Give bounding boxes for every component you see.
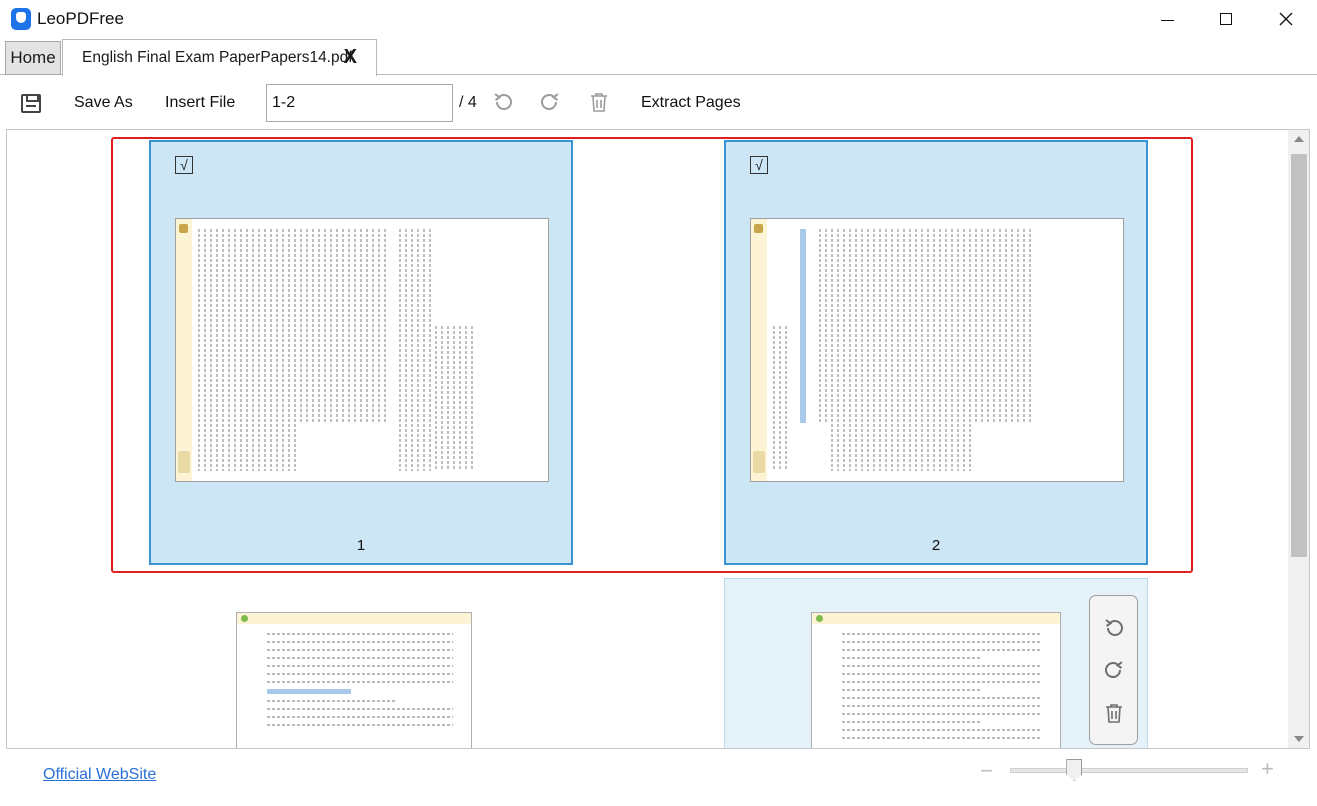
page-number: 2 [931, 537, 941, 554]
title-bar: LeoPDFree [0, 0, 1317, 38]
tab-bar: Home English Final Exam PaperPapers14.pd… [0, 38, 1317, 76]
save-as-button[interactable]: Save As [74, 94, 133, 112]
page-checkbox[interactable]: √ [175, 156, 193, 174]
page-card-4[interactable] [724, 578, 1148, 748]
zoom-slider-track[interactable] [1010, 768, 1248, 773]
tab-close-button[interactable]: X [344, 46, 357, 69]
official-website-link[interactable]: Official WebSite [43, 766, 156, 784]
delete-icon[interactable] [1102, 701, 1126, 725]
zoom-slider-thumb[interactable] [1066, 759, 1083, 781]
page-card-1[interactable]: √ 1 [149, 140, 573, 565]
app-logo-icon [11, 8, 31, 30]
thumbnail-header [812, 613, 1060, 624]
scroll-up-icon[interactable] [1294, 136, 1304, 142]
rotate-left-icon[interactable] [1102, 616, 1126, 640]
zoom-out-button[interactable]: − [980, 760, 998, 782]
page-action-panel [1089, 595, 1138, 745]
thumbnail-band [176, 219, 192, 481]
minimize-button[interactable] [1144, 0, 1190, 38]
rotate-right-icon[interactable] [538, 90, 562, 114]
maximize-icon [1220, 13, 1232, 25]
thumbnail-text [773, 229, 1113, 471]
page-grid: √ 1 √ 2 [6, 129, 1310, 749]
rotate-left-icon[interactable] [491, 90, 515, 114]
page-thumbnail [811, 612, 1061, 748]
close-icon [1279, 12, 1293, 26]
toolbar: Save As Insert File / 4 Extract Pages [0, 75, 1317, 129]
scroll-thumb[interactable] [1291, 154, 1307, 557]
rotate-right-icon[interactable] [1102, 658, 1126, 682]
page-total-label: / 4 [459, 94, 477, 111]
tab-home[interactable]: Home [5, 41, 61, 75]
thumbnail-text [842, 633, 1042, 739]
page-number: 1 [356, 537, 366, 554]
thumbnail-text [267, 633, 453, 726]
thumbnail-logo-icon [179, 224, 188, 233]
app-window: LeoPDFree Home English Final Exam PaperP… [0, 0, 1317, 806]
page-card-3[interactable] [236, 612, 472, 748]
minimize-icon [1160, 19, 1174, 21]
page-card-2[interactable]: √ 2 [724, 140, 1148, 565]
thumbnail-header [237, 613, 471, 624]
insert-file-button[interactable]: Insert File [165, 94, 235, 112]
scroll-down-icon[interactable] [1294, 736, 1304, 742]
page-thumbnail [750, 218, 1124, 482]
tab-document[interactable]: English Final Exam PaperPapers14.pdf X [62, 39, 377, 76]
zoom-in-button[interactable]: + [1261, 758, 1281, 780]
tab-document-label: English Final Exam PaperPapers14.pdf [82, 49, 353, 66]
page-thumbnail [175, 218, 549, 482]
thumbnail-text [198, 229, 538, 471]
thumbnail-badge-icon [753, 451, 765, 473]
vertical-scrollbar[interactable] [1288, 130, 1309, 748]
page-range-input[interactable] [266, 84, 453, 122]
save-icon[interactable] [21, 94, 41, 113]
app-title: LeoPDFree [37, 9, 124, 28]
delete-icon[interactable] [587, 90, 611, 114]
thumbnail-band [751, 219, 767, 481]
close-window-button[interactable] [1263, 0, 1309, 38]
thumbnail-logo-icon [754, 224, 763, 233]
extract-pages-button[interactable]: Extract Pages [641, 94, 741, 112]
thumbnail-badge-icon [178, 451, 190, 473]
page-checkbox[interactable]: √ [750, 156, 768, 174]
maximize-button[interactable] [1203, 0, 1249, 38]
